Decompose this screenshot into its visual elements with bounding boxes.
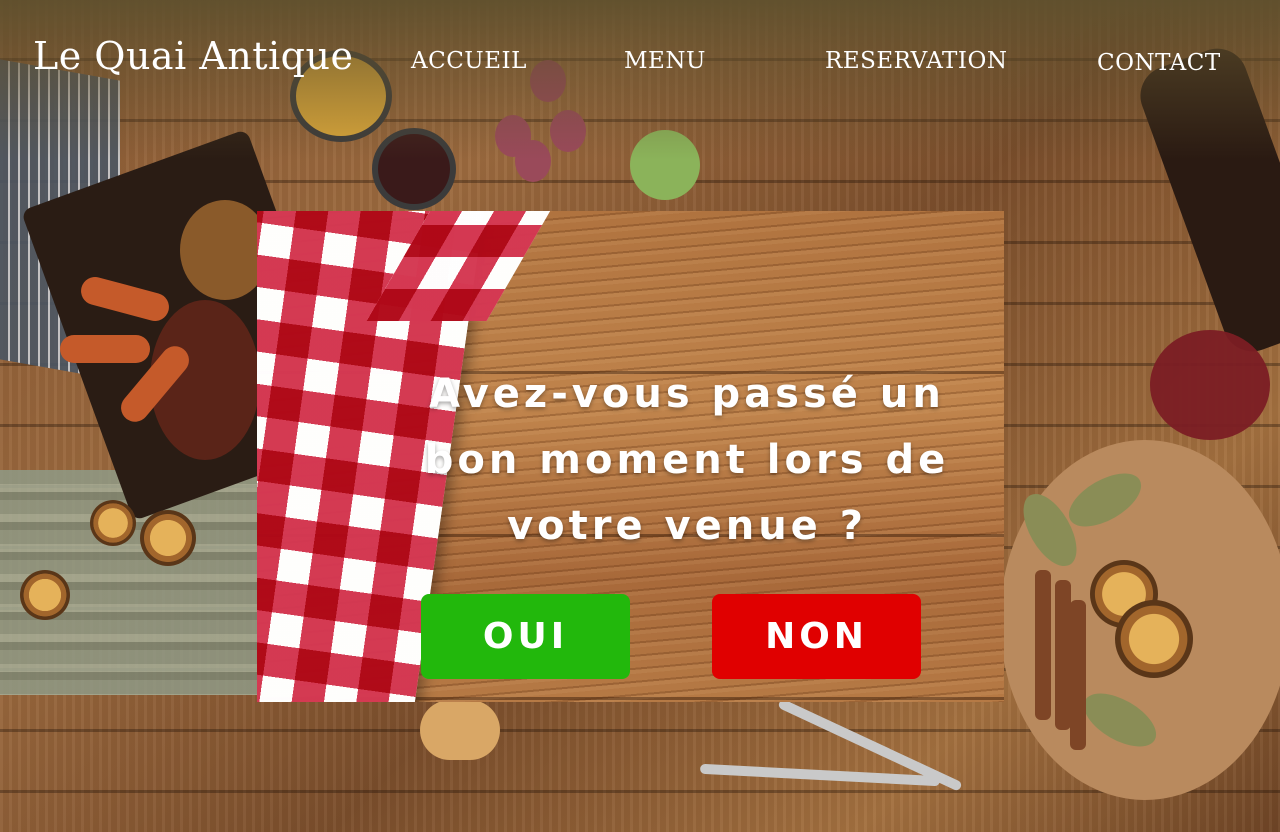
nav-link-accueil[interactable]: ACCUEIL — [411, 48, 527, 74]
no-button[interactable]: NON — [712, 594, 921, 679]
feedback-question: Avez-vous passé un bon moment lors de vo… — [424, 371, 950, 549]
feedback-modal: Avez-vous passé un bon moment lors de vo… — [257, 211, 1004, 702]
site-logo[interactable]: Le Quai Antique — [33, 34, 353, 78]
nav-link-reservation[interactable]: RESERVATION — [825, 48, 1007, 74]
nav-link-contact[interactable]: CONTACT — [1097, 50, 1221, 76]
yes-button[interactable]: OUI — [421, 594, 630, 679]
nav-link-menu[interactable]: MENU — [624, 48, 706, 74]
